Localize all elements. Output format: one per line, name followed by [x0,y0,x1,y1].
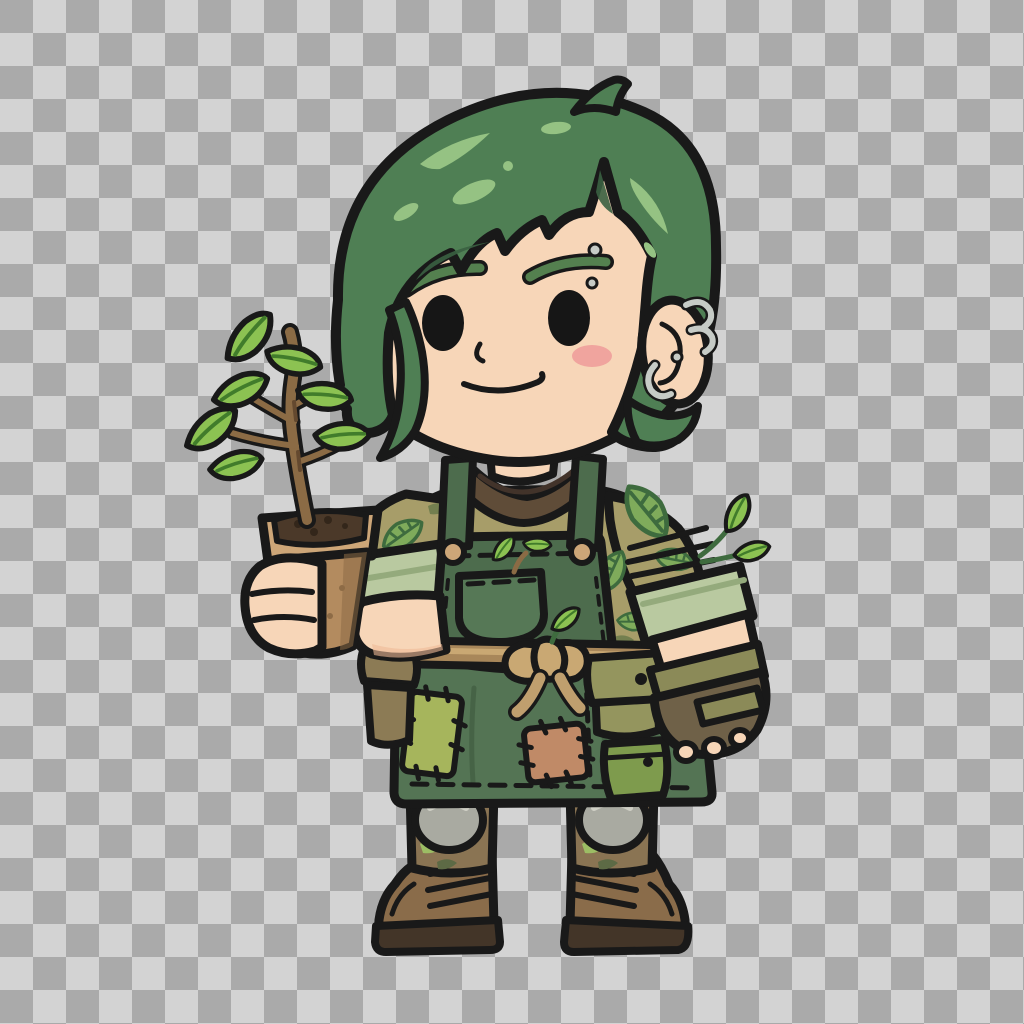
fingertip [731,730,749,746]
right-eye [548,290,590,346]
right-boot-sole [564,920,688,952]
eyebrow-piercing-stud-bottom [587,278,597,288]
transparency-checkerboard-background [0,0,1024,1024]
arm-sprig-leaf [717,491,758,536]
pot-soil [274,511,366,545]
left-pouch-body [367,685,411,745]
left-eye [422,295,464,351]
soil-clump [342,523,348,529]
green-pouch-button [643,757,653,767]
brown-patch-cloth [523,723,588,783]
pot-speckle [327,613,333,619]
brown-patch [517,715,596,789]
apron-strap-left [441,458,473,548]
apron-strap-right [570,456,603,548]
eyebrow-piercing-stud-top [589,244,601,256]
fingertip [704,739,724,757]
arm-sprig-leaf [733,541,771,563]
left-hand-gripping-pot [245,558,322,654]
soil-clump [324,516,332,524]
apron-button-left [442,541,464,563]
hair-highlight-dot [503,161,513,171]
apron-button-right [571,541,593,563]
legs-and-boots [375,790,688,952]
left-boot-sole [375,920,500,952]
green-pouch-body [604,740,667,799]
right-pouch-button [635,673,647,685]
character [179,80,771,953]
head [336,80,716,463]
pot-speckle [339,585,345,591]
character-illustration [0,0,1024,1024]
ear-stud [672,352,682,362]
cheek-blush [572,345,612,367]
soil-clump [310,528,318,536]
sapling-leaf [209,450,264,480]
fingertip [676,743,696,761]
